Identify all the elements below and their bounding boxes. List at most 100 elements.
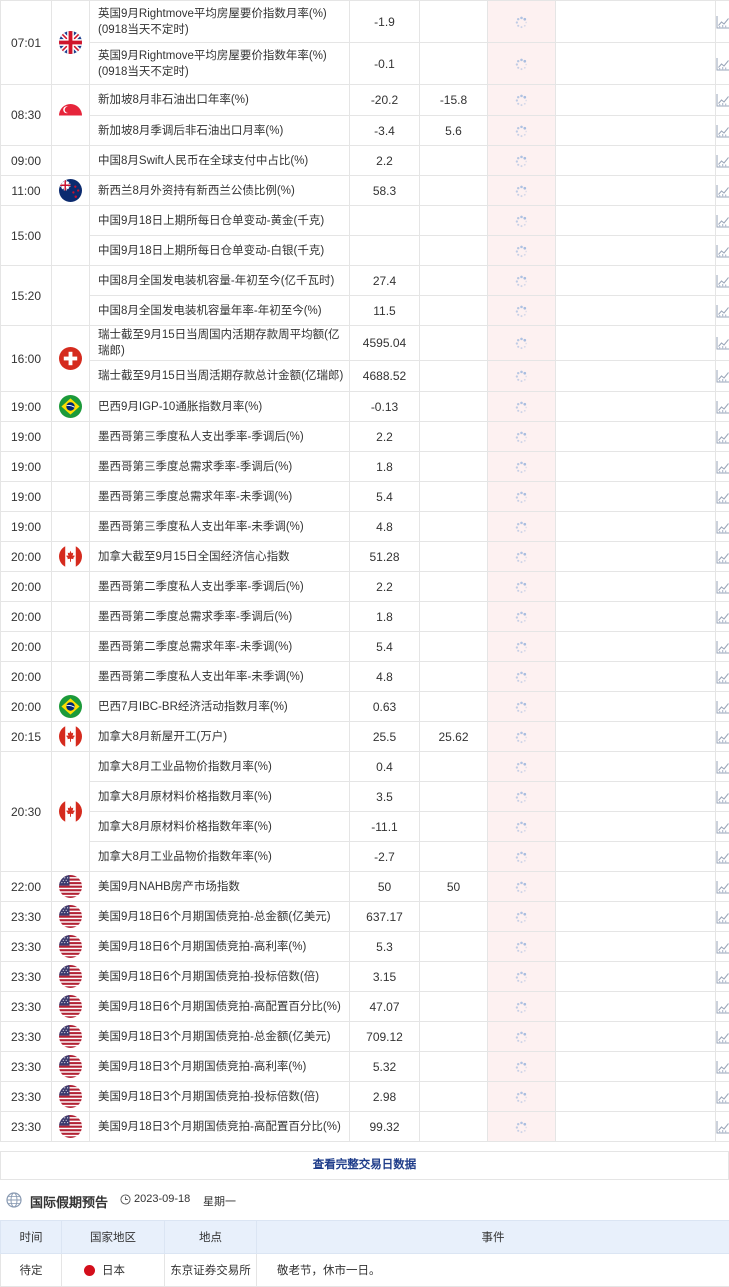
chart-cell[interactable]: [716, 43, 729, 85]
chart-cell[interactable]: [716, 932, 729, 962]
indicator-name[interactable]: 墨西哥第三季度私人支出季率-季调后(%): [90, 422, 350, 452]
chart-cell[interactable]: [716, 902, 729, 932]
chart-icon[interactable]: [716, 336, 729, 350]
indicator-name[interactable]: 新西兰8月外资持有新西兰公债比例(%): [90, 176, 350, 206]
chart-icon[interactable]: [716, 550, 729, 564]
chart-icon[interactable]: [716, 760, 729, 774]
chart-cell[interactable]: [716, 842, 729, 872]
chart-icon[interactable]: [716, 1030, 729, 1044]
chart-cell[interactable]: [716, 296, 729, 326]
indicator-name[interactable]: 墨西哥第二季度私人支出季率-季调后(%): [90, 572, 350, 602]
indicator-name[interactable]: 美国9月18日6个月期国债竞拍-总金额(亿美元): [90, 902, 350, 932]
chart-icon[interactable]: [716, 154, 729, 168]
indicator-name[interactable]: 美国9月18日6个月期国债竞拍-投标倍数(倍): [90, 962, 350, 992]
chart-cell[interactable]: [716, 422, 729, 452]
chart-cell[interactable]: [716, 632, 729, 662]
chart-icon[interactable]: [716, 520, 729, 534]
chart-icon[interactable]: [716, 400, 729, 414]
chart-cell[interactable]: [716, 1112, 729, 1142]
indicator-name[interactable]: 美国9月18日3个月期国债竞拍-投标倍数(倍): [90, 1082, 350, 1112]
chart-cell[interactable]: [716, 482, 729, 512]
chart-cell[interactable]: [716, 452, 729, 482]
chart-icon[interactable]: [716, 910, 729, 924]
indicator-name[interactable]: 墨西哥第三季度总需求季率-季调后(%): [90, 452, 350, 482]
chart-icon[interactable]: [716, 970, 729, 984]
chart-cell[interactable]: [716, 752, 729, 782]
indicator-name[interactable]: 美国9月18日3个月期国债竞拍-高配置百分比(%): [90, 1112, 350, 1142]
chart-cell[interactable]: [716, 146, 729, 176]
chart-cell[interactable]: [716, 962, 729, 992]
indicator-name[interactable]: 美国9月18日6个月期国债竞拍-高利率(%): [90, 932, 350, 962]
chart-icon[interactable]: [716, 940, 729, 954]
indicator-name[interactable]: 墨西哥第二季度总需求季率-季调后(%): [90, 602, 350, 632]
chart-icon[interactable]: [716, 1000, 729, 1014]
chart-icon[interactable]: [716, 610, 729, 624]
indicator-name[interactable]: 墨西哥第三季度私人支出年率-未季调(%): [90, 512, 350, 542]
chart-cell[interactable]: [716, 542, 729, 572]
indicator-name[interactable]: 加拿大8月工业品物价指数年率(%): [90, 842, 350, 872]
chart-cell[interactable]: [716, 812, 729, 842]
chart-cell[interactable]: [716, 872, 729, 902]
chart-cell[interactable]: [716, 572, 729, 602]
indicator-name[interactable]: 瑞士截至9月15日当周国内活期存款周平均额(亿瑞郎): [90, 326, 350, 361]
chart-cell[interactable]: [716, 992, 729, 1022]
chart-icon[interactable]: [716, 1090, 729, 1104]
indicator-name[interactable]: 美国9月18日3个月期国债竞拍-总金额(亿美元): [90, 1022, 350, 1052]
chart-icon[interactable]: [716, 57, 729, 71]
indicator-name[interactable]: 墨西哥第二季度总需求年率-未季调(%): [90, 632, 350, 662]
chart-cell[interactable]: [716, 722, 729, 752]
chart-icon[interactable]: [716, 820, 729, 834]
chart-cell[interactable]: [716, 782, 729, 812]
indicator-name[interactable]: 中国9月18日上期所每日仓单变动-黄金(千克): [90, 206, 350, 236]
chart-cell[interactable]: [716, 236, 729, 266]
chart-cell[interactable]: [716, 1, 729, 43]
chart-cell[interactable]: [716, 266, 729, 296]
chart-icon[interactable]: [716, 214, 729, 228]
chart-cell[interactable]: [716, 1052, 729, 1082]
chart-cell[interactable]: [716, 602, 729, 632]
chart-icon[interactable]: [716, 670, 729, 684]
chart-cell[interactable]: [716, 176, 729, 206]
view-full-data-link[interactable]: 查看完整交易日数据: [0, 1151, 729, 1180]
chart-icon[interactable]: [716, 490, 729, 504]
indicator-name[interactable]: 巴西9月IGP-10通胀指数月率(%): [90, 392, 350, 422]
indicator-name[interactable]: 加拿大截至9月15日全国经济信心指数: [90, 542, 350, 572]
chart-icon[interactable]: [716, 93, 729, 107]
chart-cell[interactable]: [716, 692, 729, 722]
indicator-name[interactable]: 中国9月18日上期所每日仓单变动-白银(千克): [90, 236, 350, 266]
chart-icon[interactable]: [716, 640, 729, 654]
chart-icon[interactable]: [716, 790, 729, 804]
chart-icon[interactable]: [716, 430, 729, 444]
chart-icon[interactable]: [716, 124, 729, 138]
chart-icon[interactable]: [716, 850, 729, 864]
indicator-name[interactable]: 新加坡8月季调后非石油出口月率(%): [90, 116, 350, 146]
indicator-name[interactable]: 新加坡8月非石油出口年率(%): [90, 85, 350, 116]
chart-cell[interactable]: [716, 326, 729, 361]
indicator-name[interactable]: 瑞士截至9月15日当周活期存款总计金额(亿瑞郎): [90, 361, 350, 392]
chart-icon[interactable]: [716, 1060, 729, 1074]
indicator-name[interactable]: 加拿大8月工业品物价指数月率(%): [90, 752, 350, 782]
chart-icon[interactable]: [716, 244, 729, 258]
chart-icon[interactable]: [716, 880, 729, 894]
chart-cell[interactable]: [716, 85, 729, 116]
indicator-name[interactable]: 英国9月Rightmove平均房屋要价指数月率(%) (0918当天不定时): [90, 1, 350, 43]
indicator-name[interactable]: 加拿大8月新屋开工(万户): [90, 722, 350, 752]
chart-cell[interactable]: [716, 116, 729, 146]
indicator-name[interactable]: 中国8月全国发电装机容量-年初至今(亿千瓦时): [90, 266, 350, 296]
chart-icon[interactable]: [716, 274, 729, 288]
indicator-name[interactable]: 美国9月NAHB房产市场指数: [90, 872, 350, 902]
chart-icon[interactable]: [716, 460, 729, 474]
indicator-name[interactable]: 中国8月全国发电装机容量年率-年初至今(%): [90, 296, 350, 326]
chart-icon[interactable]: [716, 730, 729, 744]
chart-cell[interactable]: [716, 1082, 729, 1112]
indicator-name[interactable]: 英国9月Rightmove平均房屋要价指数年率(%) (0918当天不定时): [90, 43, 350, 85]
indicator-name[interactable]: 巴西7月IBC-BR经济活动指数月率(%): [90, 692, 350, 722]
chart-cell[interactable]: [716, 392, 729, 422]
indicator-name[interactable]: 加拿大8月原材料价格指数月率(%): [90, 782, 350, 812]
indicator-name[interactable]: 加拿大8月原材料价格指数年率(%): [90, 812, 350, 842]
chart-cell[interactable]: [716, 206, 729, 236]
chart-cell[interactable]: [716, 662, 729, 692]
indicator-name[interactable]: 墨西哥第二季度私人支出年率-未季调(%): [90, 662, 350, 692]
indicator-name[interactable]: 美国9月18日3个月期国债竞拍-高利率(%): [90, 1052, 350, 1082]
chart-icon[interactable]: [716, 369, 729, 383]
